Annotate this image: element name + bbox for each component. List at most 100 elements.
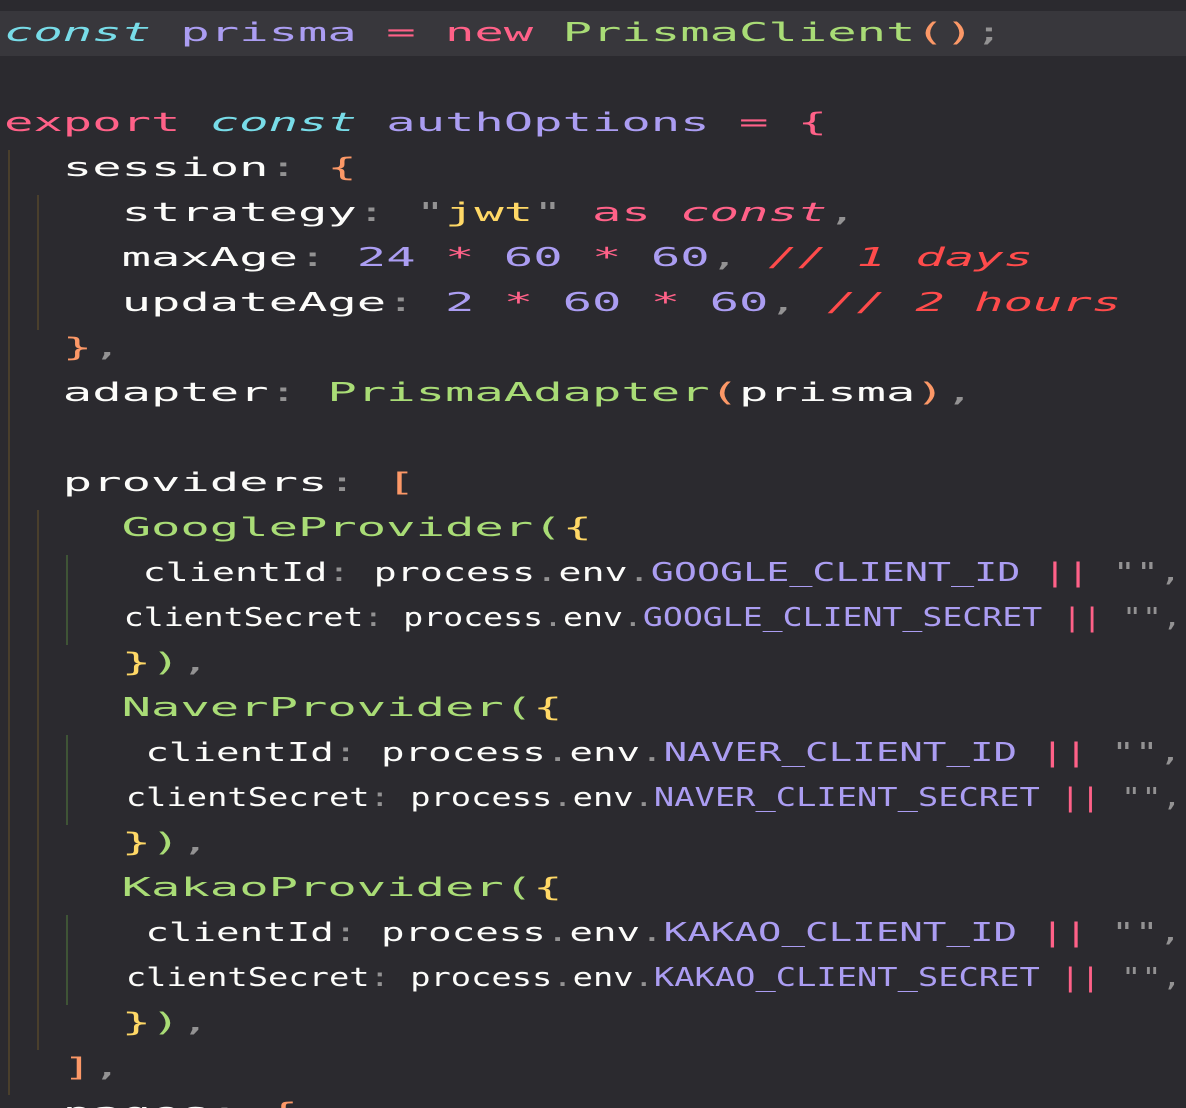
code-token: maxAge xyxy=(121,243,298,273)
code-line[interactable]: }), xyxy=(0,641,1186,686)
code-token: ) xyxy=(150,828,181,858)
code-line-text: clientSecret: process.env.NAVER_CLIENT_S… xyxy=(4,776,1182,821)
code-token: . xyxy=(633,783,654,813)
code-line-text: GoogleProvider({ xyxy=(4,506,592,551)
code-token: : xyxy=(369,963,411,993)
code-token: env xyxy=(563,603,623,633)
code-token: , xyxy=(92,1053,122,1083)
code-token: : xyxy=(356,198,416,228)
code-line[interactable]: updateAge: 2 * 60 * 60, // 2 hours xyxy=(0,281,1186,326)
code-token: { xyxy=(562,513,592,543)
code-line[interactable]: KakaoProvider({ xyxy=(0,866,1186,911)
indent-guide xyxy=(66,555,68,645)
code-line-text: pages: { xyxy=(4,1091,298,1108)
code-line[interactable]: pages: { xyxy=(0,1091,1186,1108)
code-token: . xyxy=(535,558,559,588)
code-line[interactable]: }), xyxy=(0,821,1186,866)
code-line-text: session: { xyxy=(4,146,357,191)
code-token: process xyxy=(403,603,544,633)
code-line-text: }), xyxy=(4,821,210,866)
code-line[interactable]: GoogleProvider({ xyxy=(0,506,1186,551)
code-token: ( xyxy=(533,513,563,543)
code-token: NAVER_CLIENT_SECRET xyxy=(653,783,1040,813)
code-token: // 1 days xyxy=(768,243,1034,273)
code-token: export xyxy=(4,108,181,138)
code-line[interactable]: providers: [ xyxy=(0,461,1186,506)
code-line[interactable]: export const authOptions = { xyxy=(0,101,1186,146)
code-line[interactable]: clientSecret: process.env.NAVER_CLIENT_S… xyxy=(0,776,1186,821)
code-token: "" xyxy=(1121,783,1162,813)
code-token: , xyxy=(180,648,210,678)
code-token: . xyxy=(545,738,570,768)
code-token: " xyxy=(533,198,563,228)
code-line[interactable]: strategy: "jwt" as const, xyxy=(0,191,1186,236)
code-token: " xyxy=(415,198,445,228)
code-token: , xyxy=(768,288,828,318)
code-line[interactable]: const prisma = new PrismaClient(); xyxy=(0,11,1186,56)
code-token: "" xyxy=(1122,603,1163,633)
code-token: env xyxy=(569,738,641,768)
code-token: , xyxy=(1162,603,1182,633)
code-line-text: NaverProvider({ xyxy=(4,686,563,731)
code-token: "" xyxy=(1111,738,1159,768)
code-line-text: strategy: "jwt" as const, xyxy=(4,191,857,236)
code-line-text: ], xyxy=(4,1046,122,1091)
code-token: pages xyxy=(63,1091,210,1108)
code-token: { xyxy=(533,873,563,903)
code-token: , xyxy=(1161,783,1182,813)
code-token: prisma xyxy=(739,378,916,408)
code-token: ) xyxy=(150,1008,181,1038)
code-line-text: clientId: process.env.KAKAO_CLIENT_ID ||… xyxy=(4,911,1182,956)
code-line[interactable] xyxy=(0,56,1186,101)
code-token: "" xyxy=(1112,558,1159,588)
code-line[interactable]: clientSecret: process.env.KAKAO_CLIENT_S… xyxy=(0,956,1186,1001)
code-token: 24 xyxy=(356,243,416,273)
code-line-text: clientId: process.env.NAVER_CLIENT_ID ||… xyxy=(4,731,1182,776)
code-token: || xyxy=(1043,558,1090,588)
code-line[interactable]: clientSecret: process.env.GOOGLE_CLIENT_… xyxy=(0,596,1186,641)
code-token: } xyxy=(121,648,151,678)
code-editor[interactable]: const prisma = new PrismaClient(); export… xyxy=(0,0,1186,1108)
indent-guide xyxy=(37,195,39,330)
code-token: session xyxy=(62,153,269,183)
code-token: [ xyxy=(386,468,416,498)
code-token: : xyxy=(297,243,357,273)
code-token: env xyxy=(572,963,634,993)
code-token: ( xyxy=(709,378,740,408)
code-line[interactable]: clientId: process.env.KAKAO_CLIENT_ID ||… xyxy=(0,911,1186,956)
code-token: , xyxy=(709,243,769,273)
code-token: , xyxy=(827,198,857,228)
code-line[interactable]: }, xyxy=(0,326,1186,371)
code-token: process xyxy=(410,963,553,993)
code-token: clientId xyxy=(142,558,328,588)
code-line[interactable]: clientId: process.env.GOOGLE_CLIENT_ID |… xyxy=(0,551,1186,596)
code-line[interactable]: ], xyxy=(0,1046,1186,1091)
code-line[interactable]: maxAge: 24 * 60 * 60, // 1 days xyxy=(0,236,1186,281)
code-line[interactable]: clientId: process.env.NAVER_CLIENT_ID ||… xyxy=(0,731,1186,776)
code-token: { xyxy=(269,1091,298,1108)
code-line-text: updateAge: 2 * 60 * 60, // 2 hours xyxy=(4,281,1122,326)
code-line[interactable]: }), xyxy=(0,1001,1186,1046)
code-token: ) xyxy=(915,378,945,408)
code-token: GOOGLE_CLIENT_ID xyxy=(650,558,1021,588)
code-token: * xyxy=(621,288,710,318)
code-line[interactable]: NaverProvider({ xyxy=(0,686,1186,731)
code-line[interactable]: adapter: PrismaAdapter(prisma), xyxy=(0,371,1186,416)
code-token: "" xyxy=(1111,918,1159,948)
code-line[interactable]: session: { xyxy=(0,146,1186,191)
code-token: const xyxy=(680,198,828,228)
code-line[interactable] xyxy=(0,416,1186,461)
